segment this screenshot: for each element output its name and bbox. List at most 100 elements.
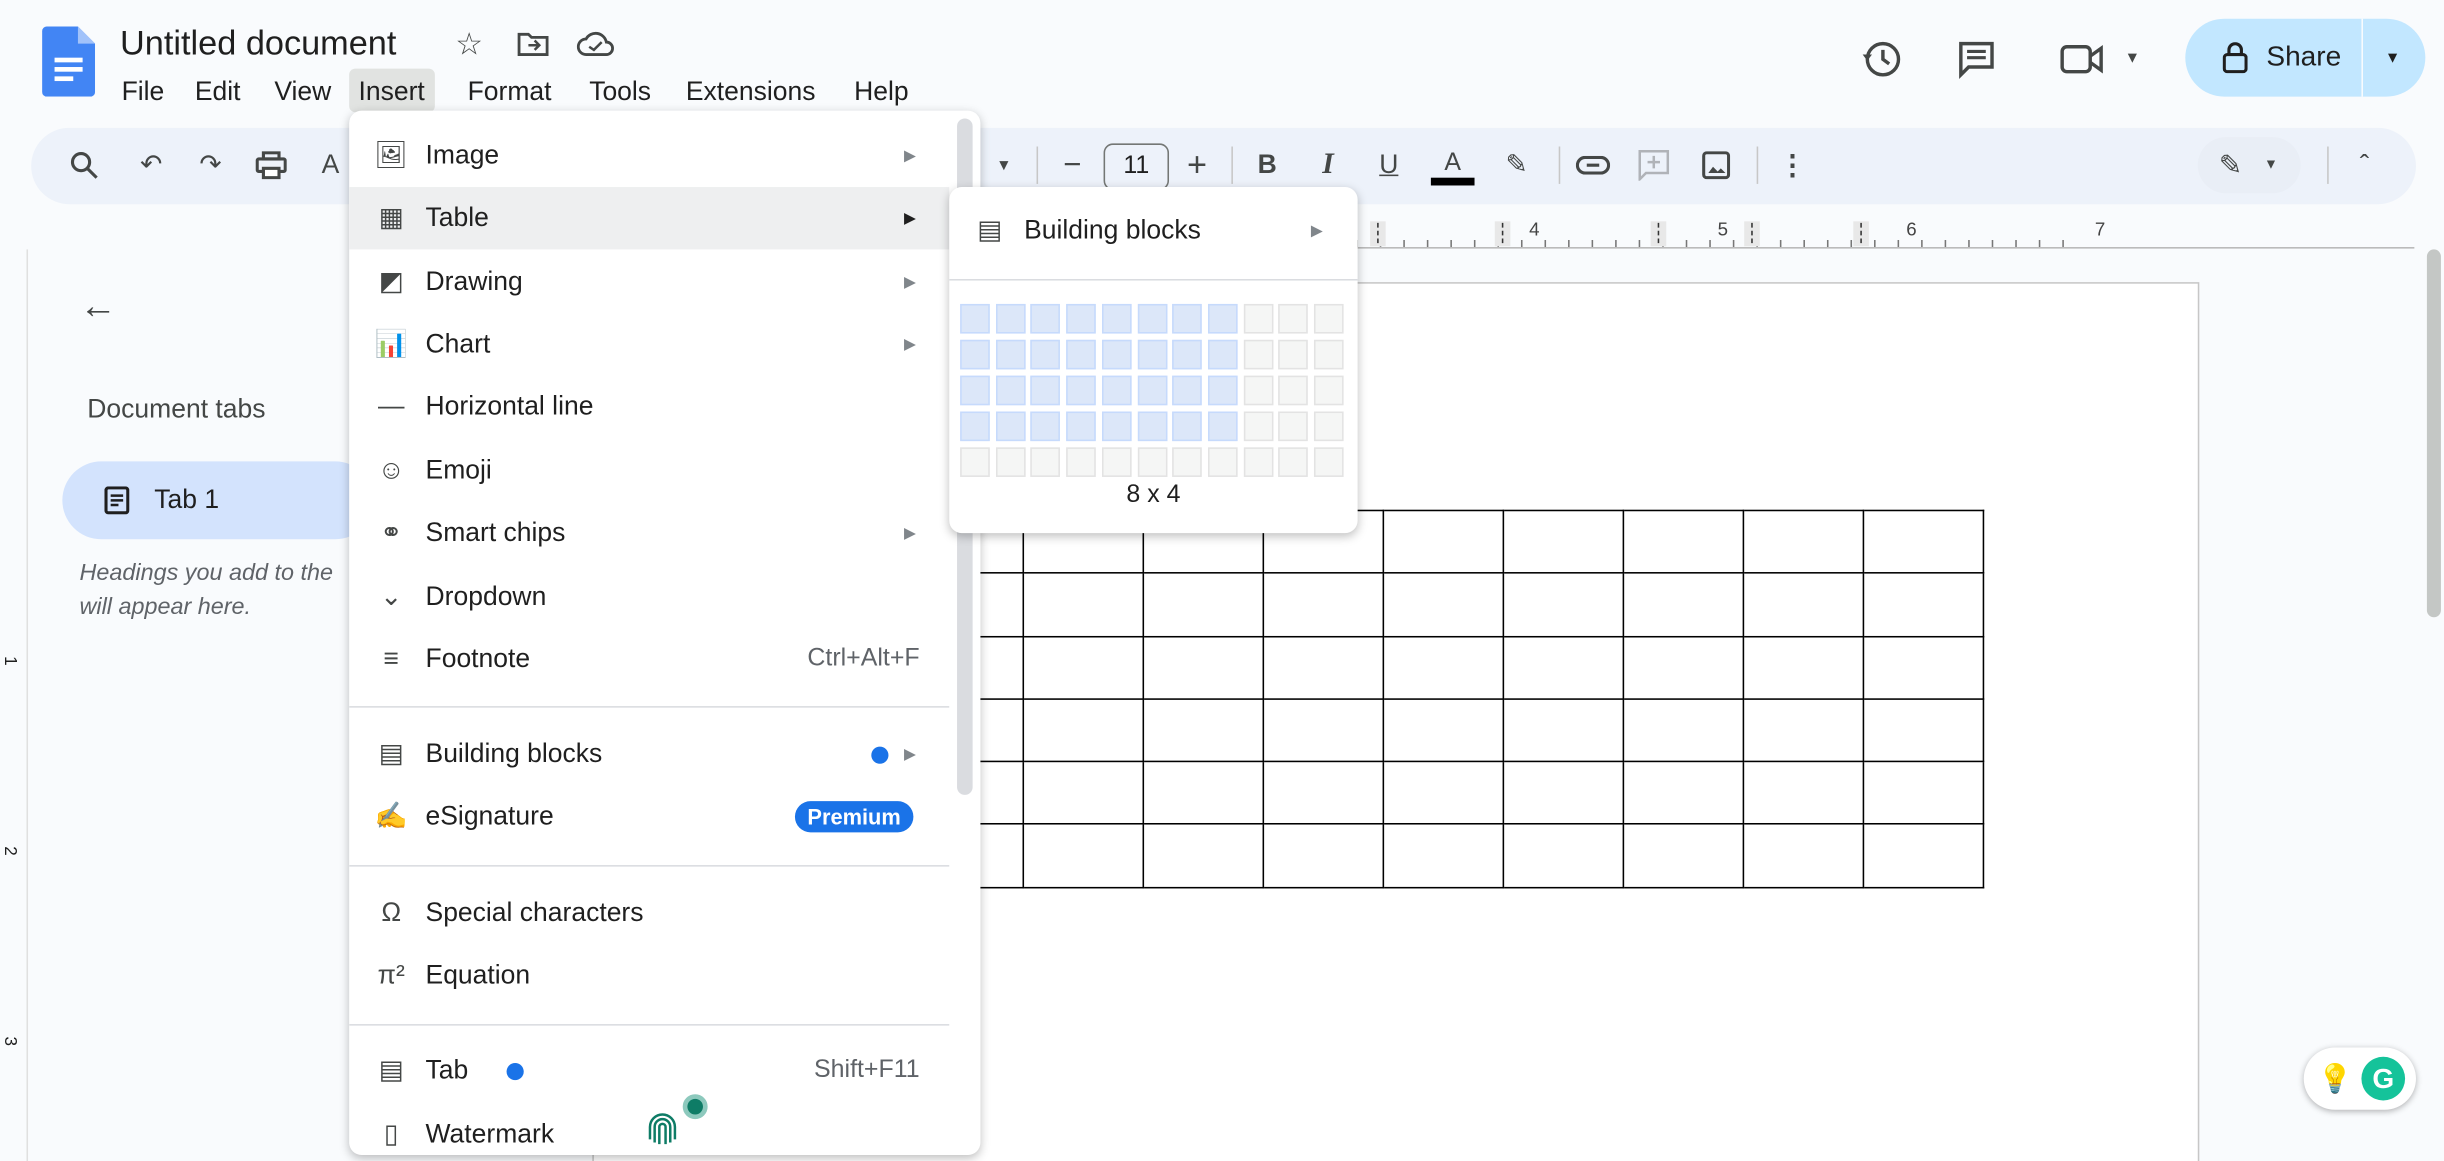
share-button[interactable]: Share ▼ [2185,18,2426,97]
docs-logo[interactable] [42,26,96,97]
grid-cell[interactable] [1207,375,1238,406]
menu-item-table[interactable]: ▦ Table ▶ [349,187,950,250]
menu-item-esignature[interactable]: ✍ eSignature Premium [349,786,957,848]
grid-cell[interactable] [1066,375,1096,406]
grid-cell[interactable] [1101,303,1132,334]
grid-cell[interactable] [1207,447,1238,477]
grid-cell[interactable] [1066,339,1096,370]
grid-cell[interactable] [1172,339,1203,370]
text-color-button[interactable]: A [1430,145,1475,189]
menu-item-tab[interactable]: ▤ Tab Shift+F11 [349,1040,957,1102]
menu-view[interactable]: View [265,73,341,110]
increase-font-size-button[interactable]: + [1181,145,1212,184]
table-cell[interactable] [1742,635,1865,700]
table-cell[interactable] [1622,572,1745,637]
decrease-font-size-button[interactable]: − [1057,147,1088,182]
underline-button[interactable]: U [1373,148,1404,182]
table-cell[interactable] [1502,509,1625,575]
menu-item-emoji[interactable]: ☺ Emoji [349,440,957,502]
meet-dropdown-icon[interactable]: ▼ [2120,47,2145,69]
table-cell[interactable] [1262,635,1385,700]
lightbulb-icon[interactable]: 💡 [2316,1059,2354,1098]
table-cell[interactable] [1502,698,1625,763]
table-cell[interactable] [1742,760,1865,826]
grid-cell[interactable] [1137,411,1167,442]
grid-cell[interactable] [1172,447,1203,477]
table-cell[interactable] [1382,635,1505,700]
font-dropdown-arrow-icon[interactable]: ▼ [991,148,1016,182]
menu-item-chart[interactable]: 📊 Chart ▶ [349,313,957,375]
grid-cell[interactable] [1101,339,1132,370]
table-cell[interactable] [1262,572,1385,637]
grid-cell[interactable] [1278,447,1309,477]
table-cell[interactable] [1742,572,1865,637]
grid-cell[interactable] [1313,375,1344,406]
table-cell[interactable] [1742,698,1865,763]
menu-item-drawing[interactable]: ◩ Drawing ▶ [349,251,957,313]
grid-cell[interactable] [995,339,1026,370]
grid-cell[interactable] [1030,303,1061,334]
grid-cell[interactable] [1030,339,1061,370]
redo-icon[interactable]: ↷ [193,148,227,182]
table-cell[interactable] [1022,572,1145,637]
grid-cell[interactable] [1313,447,1344,477]
table-cell[interactable] [1022,760,1145,826]
grammarly-icon[interactable]: G [2361,1056,2406,1101]
grid-cell[interactable] [1313,339,1344,370]
grid-cell[interactable] [1172,411,1203,442]
menu-file[interactable]: File [112,73,173,110]
table-cell[interactable] [1502,635,1625,700]
grid-cell[interactable] [1101,447,1132,477]
menu-edit[interactable]: Edit [185,73,249,110]
table-cell[interactable] [1742,509,1865,575]
grid-cell[interactable] [1278,339,1309,370]
menu-item-equation[interactable]: π² Equation [349,945,957,1007]
meet-icon[interactable] [2059,37,2106,81]
insert-link-icon[interactable] [1575,148,1611,182]
back-arrow-icon[interactable]: ← [78,285,119,327]
table-cell[interactable] [1622,509,1745,575]
table-cell[interactable] [1022,823,1145,889]
comments-icon[interactable] [1955,37,1999,81]
grid-cell[interactable] [1278,375,1309,406]
grid-cell[interactable] [1243,339,1273,370]
table-cell[interactable] [1022,635,1145,700]
table-cell[interactable] [1262,823,1385,889]
menu-extensions[interactable]: Extensions [676,73,824,110]
tab-1-item[interactable]: Tab 1 [62,461,375,540]
grid-cell[interactable] [960,339,990,370]
grid-cell[interactable] [995,375,1026,406]
collapse-toolbar-icon[interactable]: ˆ [2349,148,2380,182]
grid-cell[interactable] [995,303,1026,334]
editing-mode-button[interactable]: ✎ ▼ [2197,137,2301,194]
grid-cell[interactable] [1030,375,1061,406]
grid-cell[interactable] [1172,303,1203,334]
grid-cell[interactable] [1030,447,1061,477]
grid-cell[interactable] [960,375,990,406]
menu-tools[interactable]: Tools [580,73,661,110]
table-cell[interactable] [1382,509,1505,575]
table-cell[interactable] [1622,635,1745,700]
grid-cell[interactable] [1243,447,1273,477]
menu-help[interactable]: Help [845,73,918,110]
star-icon[interactable]: ☆ [452,26,486,61]
share-dropdown-icon[interactable]: ▼ [2375,44,2409,72]
table-cell[interactable] [1142,698,1265,763]
menu-item-horizontal-line[interactable]: — Horizontal line [349,376,957,438]
cloud-saved-icon[interactable] [576,26,614,60]
spellcheck-icon[interactable]: A [315,148,346,182]
grid-cell[interactable] [995,411,1026,442]
table-cell[interactable] [1502,823,1625,889]
vertical-ruler[interactable]: 1 2 3 [0,249,29,1161]
grammarly-widget[interactable]: 💡 G [2303,1047,2416,1110]
table-cell[interactable] [1142,572,1265,637]
document-table[interactable] [902,509,1985,889]
grid-cell[interactable] [1278,303,1309,334]
table-cell[interactable] [1142,823,1265,889]
table-cell[interactable] [1382,698,1505,763]
grid-cell[interactable] [1278,411,1309,442]
table-cell[interactable] [1382,760,1505,826]
menu-format[interactable]: Format [458,73,561,110]
table-cell[interactable] [1862,572,1985,637]
grid-cell[interactable] [1137,447,1167,477]
